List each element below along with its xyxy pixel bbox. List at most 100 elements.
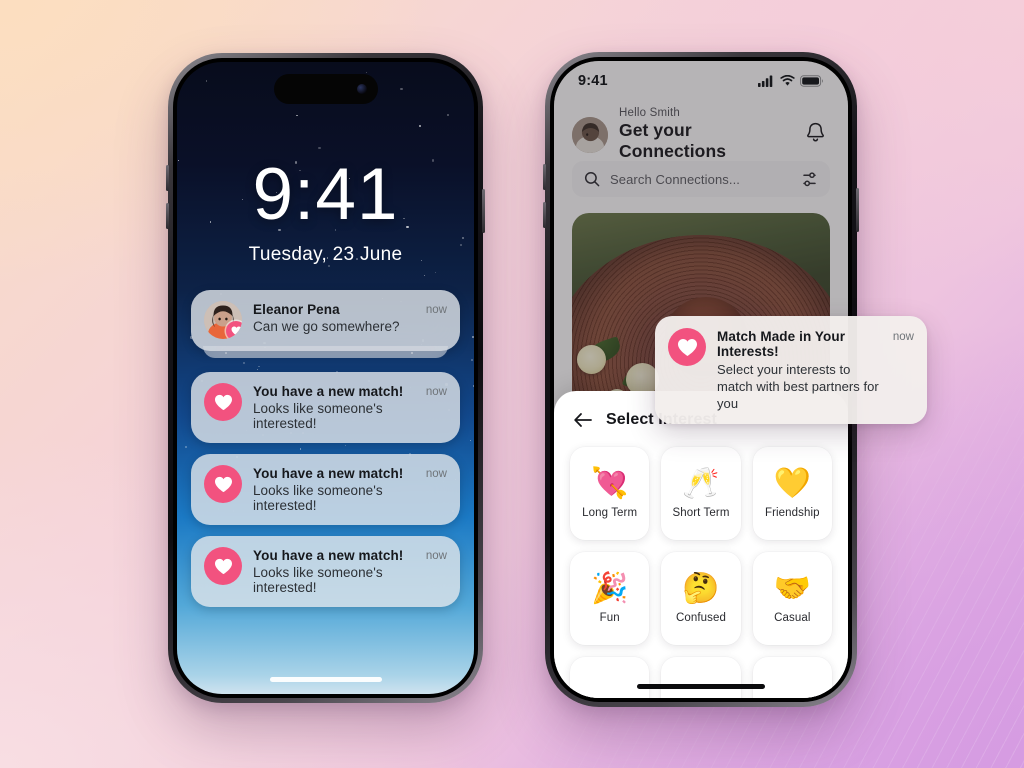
toast-heart-badge: [668, 328, 706, 366]
interest-label: Friendship: [764, 506, 820, 519]
notification-title: You have a new match!: [253, 548, 404, 563]
notification-card[interactable]: You have a new match! Looks like someone…: [191, 372, 460, 443]
notification-heart-badge: [204, 383, 242, 421]
star: [400, 87, 403, 90]
notification-title: You have a new match!: [253, 466, 404, 481]
heart-icon: [231, 326, 241, 336]
lock-screen-clock: 9:41 Tuesday, 23 June: [177, 158, 474, 266]
power-button-right[interactable]: [856, 188, 859, 232]
lock-date: Tuesday, 23 June: [248, 244, 403, 265]
interest-tile[interactable]: 💘 Long Term: [570, 447, 650, 540]
search-placeholder: Search Connections...: [610, 171, 741, 187]
interest-emoji: 🎉: [590, 571, 629, 605]
heart-icon: [214, 476, 232, 492]
home-indicator-right[interactable]: [637, 684, 765, 689]
heart-badge: [226, 321, 242, 339]
toast-subtitle: Select your interests to match with best…: [717, 362, 879, 412]
power-button[interactable]: [482, 189, 485, 233]
interest-tile[interactable]: 🎉 Fun: [570, 552, 650, 645]
interest-label: Casual: [774, 611, 811, 624]
status-bar-time: 9:41: [578, 73, 608, 89]
interest-label: Confused: [675, 611, 726, 624]
notification-subtitle: Can we go somewhere?: [253, 319, 400, 334]
notification-heart-badge: [204, 465, 242, 503]
notification-subtitle: Looks like someone's interested!: [253, 565, 383, 595]
app-header: Hello Smith Get your Connections: [554, 103, 848, 162]
notification-heart-badge: [204, 547, 242, 585]
star: [435, 271, 436, 273]
star: [473, 384, 474, 388]
interest-label: Short Term: [672, 506, 730, 519]
dynamic-island: [273, 74, 378, 104]
volume-up-button[interactable]: [166, 165, 169, 191]
notification-card[interactable]: You have a new match! Looks like someone…: [191, 454, 460, 525]
notification-time: now: [425, 468, 447, 480]
battery-icon: [800, 75, 823, 87]
notification-card[interactable]: You have a new match! Looks like someone…: [191, 536, 460, 607]
lock-time: 9:41: [252, 154, 399, 235]
notification-bell-button[interactable]: [801, 117, 830, 152]
status-bar-icons: [758, 75, 824, 87]
arrow-left-icon[interactable]: [573, 412, 593, 428]
notification-title: Eleanor Pena: [253, 302, 340, 317]
match-toast-notification[interactable]: Match Made in Your Interests! Select you…: [655, 316, 927, 425]
star: [423, 274, 425, 276]
volume-up-button-right[interactable]: [543, 164, 546, 190]
volume-down-button-right[interactable]: [543, 202, 546, 228]
home-indicator[interactable]: [269, 677, 382, 682]
flower-decoration: [577, 345, 607, 374]
volume-down-button[interactable]: [166, 203, 169, 229]
interest-label: Long Term: [582, 506, 638, 519]
bell-icon: [807, 122, 824, 142]
interest-tile[interactable]: 🥂 Short Term: [661, 447, 741, 540]
wallpaper-mockup-stage: 9:41 Tuesday, 23 June Eleanor Pena Can w…: [0, 0, 1024, 768]
notification-card[interactable]: Eleanor Pena Can we go somewhere? now: [191, 290, 460, 358]
interest-tile-placeholder[interactable]: [661, 657, 741, 698]
interest-tile[interactable]: 💛 Friendship: [752, 447, 832, 540]
toast-body: Match Made in Your Interests! Select you…: [717, 328, 882, 412]
header-text-block: Hello Smith Get your Connections: [619, 107, 790, 162]
interest-emoji: 🥂: [682, 466, 720, 500]
cellular-signal-icon: [758, 75, 773, 87]
notification-body: You have a new match! Looks like someone…: [253, 383, 415, 431]
wifi-icon: [780, 75, 795, 86]
select-interest-sheet: Select Interest 💘 Long Term🥂 Short Term💛…: [554, 391, 848, 698]
star: [446, 113, 449, 116]
notification-subtitle: Looks like someone's interested!: [253, 401, 383, 431]
notification-avatar: [204, 301, 242, 339]
heart-icon: [214, 394, 232, 410]
interest-emoji: 💛: [773, 466, 811, 500]
phone-device-left: 9:41 Tuesday, 23 June Eleanor Pena Can w…: [166, 53, 485, 703]
interest-tile[interactable]: 🤔 Confused: [661, 552, 741, 645]
star: [318, 146, 321, 150]
interest-emoji: 💘: [590, 466, 629, 500]
star: [471, 359, 473, 361]
status-bar: 9:41: [554, 61, 848, 101]
interest-tile-placeholder[interactable]: [752, 657, 832, 698]
search-icon: [584, 171, 600, 187]
heart-icon: [214, 558, 232, 574]
greeting-label: Hello Smith: [619, 107, 680, 119]
notification-subtitle: Looks like someone's interested!: [253, 483, 383, 513]
notification-time: now: [425, 550, 447, 562]
notification-stack: Eleanor Pena Can we go somewhere? now Yo…: [191, 290, 460, 618]
toast-title: Match Made in Your Interests!: [717, 329, 846, 359]
toast-time: now: [892, 331, 914, 343]
interest-tile[interactable]: 🤝 Casual: [752, 552, 832, 645]
heart-icon: [677, 338, 697, 356]
interest-grid: 💘 Long Term 🥂 Short Term 💛 Friendship 🎉 Fun…: [570, 447, 832, 698]
page-title: Get your Connections: [619, 120, 727, 161]
avatar-illustration: [572, 116, 608, 153]
search-input[interactable]: Search Connections...: [572, 161, 830, 197]
filter-sliders-icon[interactable]: [801, 171, 818, 188]
interest-tile-placeholder[interactable]: [570, 657, 650, 698]
interest-label: Fun: [599, 611, 620, 624]
avatar[interactable]: [572, 116, 608, 153]
notification-title: You have a new match!: [253, 384, 404, 399]
front-camera-icon: [356, 84, 367, 94]
notification-body: You have a new match! Looks like someone…: [253, 547, 415, 595]
interest-emoji: 🤝: [773, 571, 811, 605]
notification-body: Eleanor Pena Can we go somewhere?: [253, 301, 415, 334]
lock-screen: 9:41 Tuesday, 23 June Eleanor Pena Can w…: [177, 62, 474, 694]
notification-body: You have a new match! Looks like someone…: [253, 465, 415, 513]
